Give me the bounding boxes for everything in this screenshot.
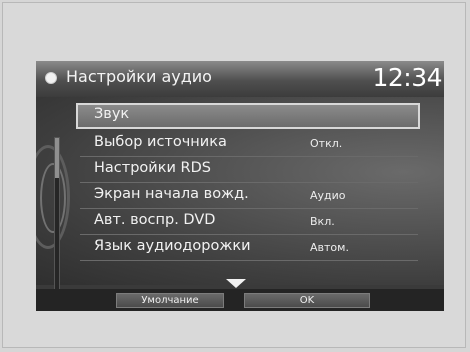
audio-settings-screen: Настройки аудио 12:34 Звук Выбор источни… [36,61,444,311]
menu-item-label: Настройки RDS [94,160,211,176]
clock-display: 12:34 [372,63,442,92]
down-arrow-icon[interactable] [226,279,246,288]
scrollbar[interactable] [54,137,60,311]
ok-button[interactable]: OK [244,293,370,308]
menu-item-start-screen[interactable]: Экран начала вожд. Аудио [80,183,418,209]
dial-decoration-inner [40,163,66,233]
menu-item-source-select[interactable]: Выбор источника Откл. [80,131,418,157]
manual-illustration-frame: Настройки аудио 12:34 Звук Выбор источни… [2,2,466,348]
softkey-bar: Умолчание OK [36,289,444,311]
page-title: Настройки аудио [66,67,212,86]
menu-list: Звук Выбор источника Откл. Настройки RDS… [36,97,444,311]
menu-item-label: Звук [94,106,130,122]
menu-item-rds-settings[interactable]: Настройки RDS [80,157,418,183]
menu-item-dvd-autoplay[interactable]: Авт. воспр. DVD Вкл. [80,209,418,235]
menu-item-sound[interactable]: Звук [76,103,420,129]
title-bar: Настройки аудио 12:34 [36,61,444,97]
menu-item-audio-language[interactable]: Язык аудиодорожки Автом. [80,235,418,261]
menu-item-label: Авт. воспр. DVD [94,212,216,228]
menu-item-value: Аудио [310,189,346,202]
menu-item-value: Автом. [310,241,349,254]
menu-item-value: Вкл. [310,215,335,228]
circle-bullet-icon [45,72,57,84]
menu-item-label: Выбор источника [94,134,227,150]
scroll-thumb[interactable] [55,138,59,178]
menu-item-value: Откл. [310,137,343,150]
default-button[interactable]: Умолчание [116,293,224,308]
menu-item-label: Экран начала вожд. [94,186,249,202]
menu-item-label: Язык аудиодорожки [94,238,251,254]
